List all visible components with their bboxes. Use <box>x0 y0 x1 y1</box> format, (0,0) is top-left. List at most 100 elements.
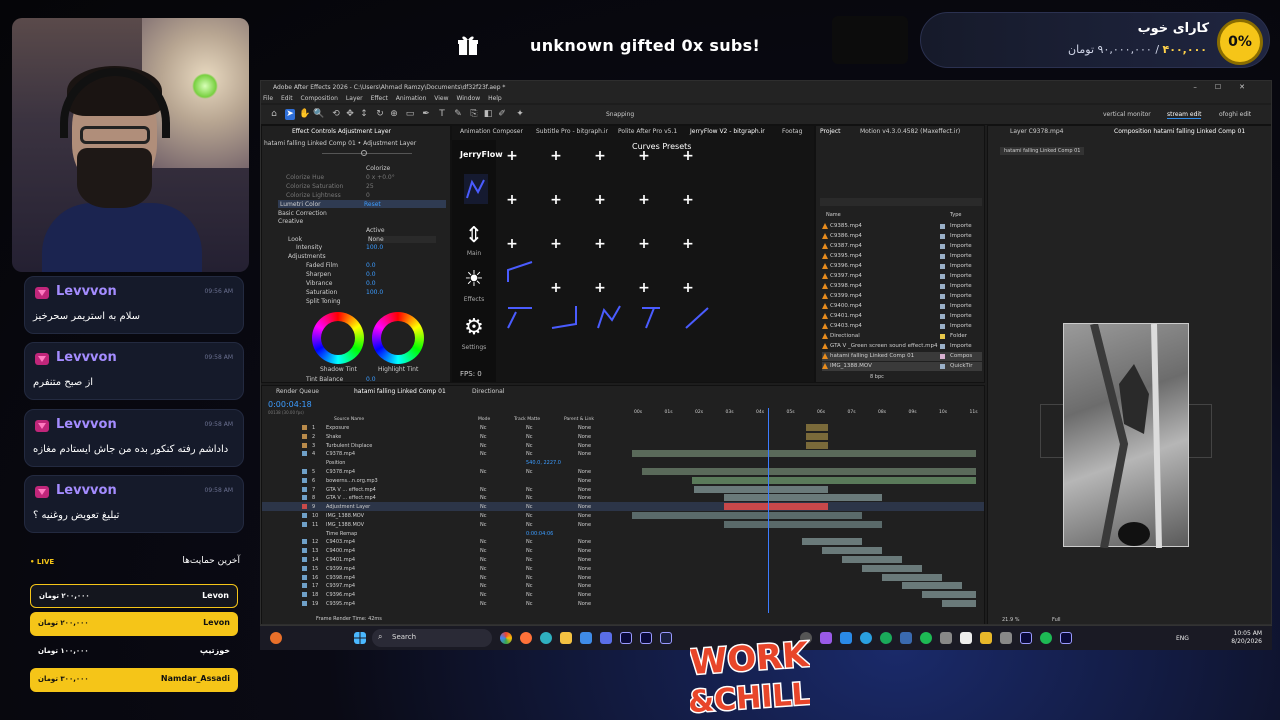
tab-animation-composer[interactable]: Animation Composer <box>460 128 523 135</box>
zoom-tool-icon[interactable]: 🔍 <box>313 109 324 120</box>
layer-mode[interactable]: Nc <box>480 548 487 554</box>
layer-parent[interactable]: None <box>578 495 591 501</box>
layer-mode[interactable]: Nc <box>480 443 487 449</box>
layer-track-matte[interactable]: Nc <box>526 522 533 528</box>
timeline-layer[interactable]: 13 C9400.mp4 Nc Nc None <box>262 546 984 555</box>
eraser-tool-icon[interactable]: ◧ <box>483 109 493 120</box>
firefox-icon[interactable] <box>520 632 532 644</box>
after-effects-active-icon[interactable] <box>1060 632 1072 644</box>
active-checkbox[interactable]: Active <box>366 227 385 234</box>
timeline-layer[interactable]: 15 C9399.mp4 Nc Nc None <box>262 564 984 573</box>
layer-parent[interactable]: None <box>578 583 591 589</box>
layer-name[interactable]: GTA V ... effect.mp4 <box>326 495 376 501</box>
settings-app-icon[interactable] <box>600 632 612 644</box>
layer-color-swatch[interactable] <box>302 557 307 562</box>
layer-parent[interactable]: None <box>578 487 591 493</box>
project-item[interactable]: C9386.mp4 Importe <box>822 232 982 241</box>
layer-parent[interactable]: None <box>578 548 591 554</box>
widgets-icon[interactable] <box>270 632 282 644</box>
layer-name[interactable]: Adjustment Layer <box>326 504 370 510</box>
layer-mode[interactable]: Nc <box>480 495 487 501</box>
language-indicator[interactable]: ENG <box>1176 635 1189 642</box>
after-effects-icon[interactable] <box>640 632 652 644</box>
layer-bar[interactable] <box>882 573 942 581</box>
layer-parent[interactable]: None <box>578 425 591 431</box>
tab-effect-controls[interactable]: Effect Controls Adjustment Layer <box>292 128 391 135</box>
layer-parent[interactable]: None <box>578 513 591 519</box>
effects-icon[interactable]: ☀ <box>460 266 488 294</box>
quality-dropdown[interactable]: Full <box>1052 617 1061 623</box>
twitch-icon[interactable] <box>820 632 832 644</box>
layer-parent[interactable]: None <box>578 451 591 457</box>
taskbar-search[interactable]: ⌕ Search <box>372 629 492 647</box>
layer-name[interactable]: C9401.mp4 <box>326 557 355 563</box>
faded-film-value[interactable]: 0.0 <box>366 262 376 269</box>
layer-name[interactable]: C9403.mp4 <box>326 539 355 545</box>
col-parent-link[interactable]: Parent & Link <box>564 417 594 422</box>
tab-polite-after-pro[interactable]: Polite After Pro v5.1 <box>618 128 677 135</box>
layer-parent[interactable]: None <box>578 575 591 581</box>
add-preset-button[interactable]: + <box>550 149 562 163</box>
layer-bar[interactable] <box>692 476 976 484</box>
layer-mode[interactable]: Nc <box>480 575 487 581</box>
column-type[interactable]: Type <box>950 212 961 218</box>
layer-bar[interactable] <box>806 441 828 449</box>
edge-icon[interactable] <box>540 632 552 644</box>
layer-mode[interactable]: Nc <box>480 504 487 510</box>
layer-color-swatch[interactable] <box>302 583 307 589</box>
layer-track-matte[interactable]: Nc <box>526 451 533 457</box>
layer-parent[interactable]: None <box>578 592 591 598</box>
curve-preset[interactable] <box>506 304 536 330</box>
add-preset-button[interactable]: + <box>638 281 650 295</box>
selection-tool-icon[interactable]: ➤ <box>285 109 295 120</box>
layer-color-swatch[interactable] <box>302 513 307 518</box>
project-item[interactable]: GTA V _Green screen sound effect.mp4 Impo… <box>822 342 982 351</box>
layer-track-matte[interactable]: Nc <box>526 592 533 598</box>
lumetri-color-effect[interactable]: Lumetri Color <box>280 201 321 208</box>
layer-color-swatch[interactable] <box>302 425 307 430</box>
layer-name[interactable]: Exposure <box>326 425 349 431</box>
label-color-swatch[interactable] <box>940 244 945 249</box>
layer-track-matte[interactable]: Nc <box>526 548 533 554</box>
layer-name[interactable]: GTA V ... effect.mp4 <box>326 487 376 493</box>
label-color-swatch[interactable] <box>940 234 945 239</box>
layer-track-matte[interactable]: Nc <box>526 443 533 449</box>
layer-track-matte[interactable]: Nc <box>526 575 533 581</box>
basic-correction-group[interactable]: Basic Correction <box>278 210 327 217</box>
layer-mode[interactable]: Nc <box>480 601 487 607</box>
layer-name[interactable]: bowerns...n.org.mp3 <box>326 478 378 484</box>
clone-tool-icon[interactable]: ⎘ <box>469 109 479 120</box>
system-clock[interactable]: 10:05 AM 8/20/2026 <box>1231 630 1262 646</box>
file-explorer-icon[interactable] <box>560 632 572 644</box>
adjustments-group[interactable]: Adjustments <box>288 253 326 260</box>
layer-bar[interactable] <box>806 424 828 431</box>
telegram-icon[interactable] <box>860 632 872 644</box>
snapping-toggle[interactable]: Snapping <box>606 111 634 118</box>
pan-tool-icon[interactable]: ✥ <box>345 109 355 120</box>
layer-track-matte[interactable]: Nc <box>526 487 533 493</box>
layer-parent[interactable]: None <box>578 539 591 545</box>
start-icon[interactable] <box>354 632 366 644</box>
timeline-layer[interactable]: 12 C9403.mp4 Nc Nc None <box>262 537 984 546</box>
tab-layer[interactable]: Layer C9378.mp4 <box>1010 128 1063 135</box>
layer-bar[interactable] <box>922 591 976 599</box>
pen-tool-icon[interactable]: ✒ <box>421 109 431 120</box>
tint-balance-value[interactable]: 0.0 <box>366 376 376 382</box>
menu-layer[interactable]: Layer <box>346 95 363 102</box>
saturation-value[interactable]: 100.0 <box>366 289 383 296</box>
label-color-swatch[interactable] <box>940 304 945 309</box>
app-icon-4[interactable] <box>940 632 952 644</box>
menu-view[interactable]: View <box>434 95 448 102</box>
current-timecode[interactable]: 0:00:04:18 <box>268 400 312 409</box>
layer-track-matte[interactable]: Nc <box>526 434 533 440</box>
timeline-layer[interactable]: 6 bowerns...n.org.mp3 None <box>262 476 984 485</box>
gear-icon[interactable]: ⚙ <box>460 314 488 342</box>
composition-preview[interactable] <box>1063 323 1189 549</box>
app-icon-3[interactable] <box>900 632 912 644</box>
add-preset-button[interactable]: + <box>550 281 562 295</box>
timeline-layer[interactable]: 11 IMG_1388.MOV Nc Nc None <box>262 520 984 529</box>
orbit-tool-icon[interactable]: ⟲ <box>331 109 341 120</box>
layer-bar[interactable] <box>822 547 882 555</box>
project-item[interactable]: C9398.mp4 Importe <box>822 282 982 291</box>
timeline-property[interactable]: Time Remap 0:00:04:06 <box>262 529 984 538</box>
